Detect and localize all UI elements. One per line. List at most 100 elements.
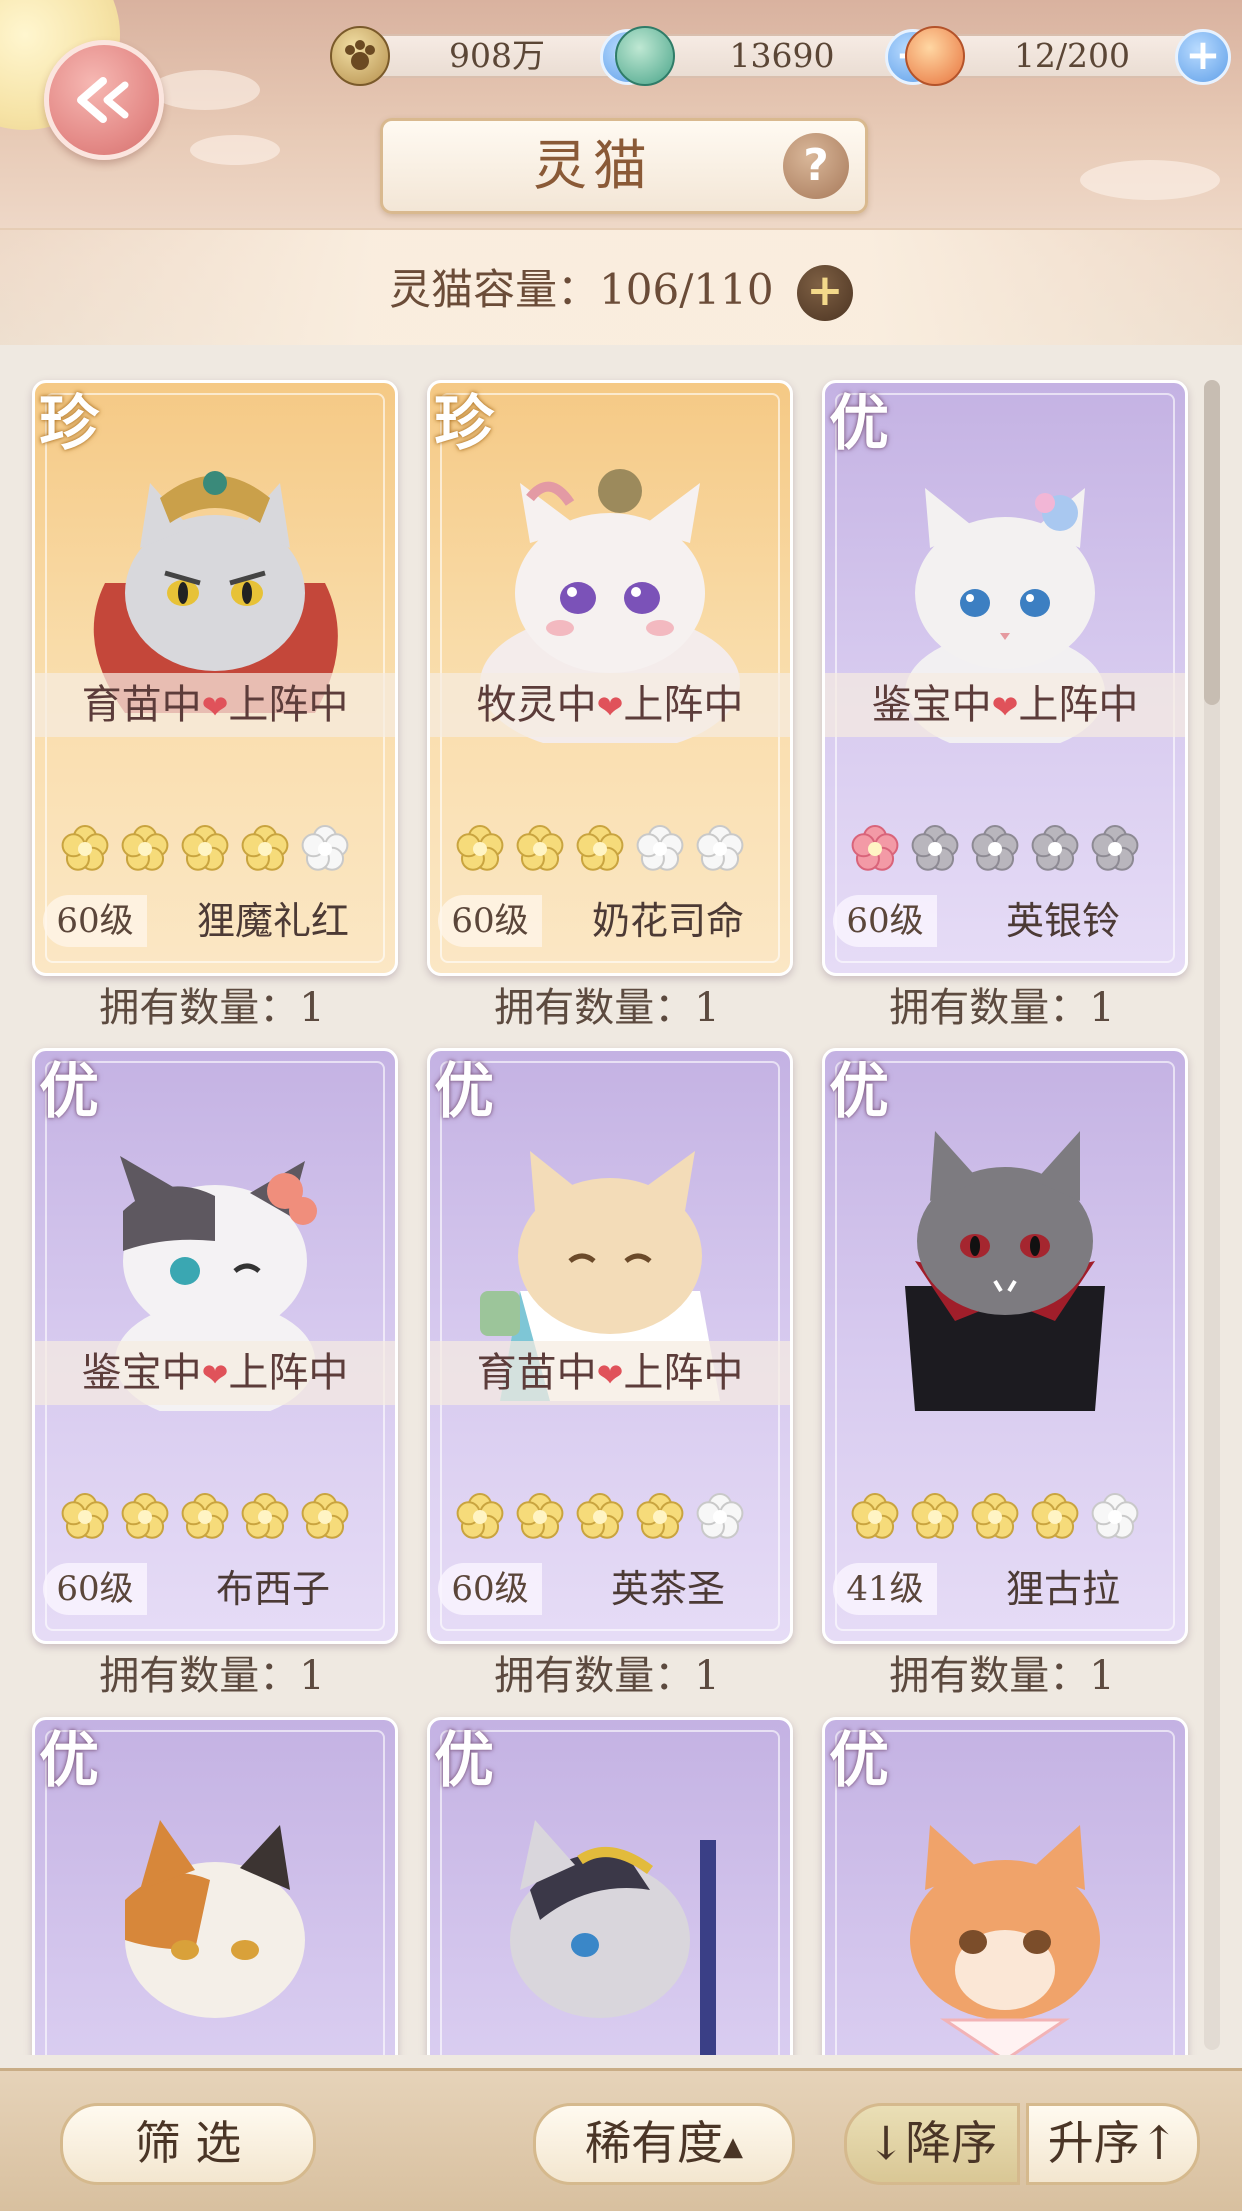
sort-ascending-button[interactable]: 升序↑: [1026, 2103, 1200, 2185]
star-filled-icon: [516, 825, 564, 871]
cat-grid: 育苗中❤上阵中 60级 狸魔礼红 珍 牧灵中❤上阵中 60级 奶花司命 珍 鉴宝…: [0, 345, 1242, 2055]
star-filled-icon: [61, 825, 109, 871]
star-rating: [452, 821, 748, 877]
scrollbar-thumb[interactable]: [1204, 380, 1220, 705]
rarity-badge: 珍: [39, 389, 99, 459]
star-filled-icon: [301, 1493, 349, 1539]
status-text: 牧灵中: [476, 682, 597, 728]
rarity-badge: 优: [829, 1057, 889, 1127]
star-rating: [452, 1489, 748, 1545]
status-banner: 牧灵中❤上阵中: [430, 673, 790, 737]
star-filled-icon: [516, 1493, 564, 1539]
capacity-bar: 灵猫容量：106/110 +: [0, 228, 1242, 345]
status-text: 鉴宝中: [81, 1350, 202, 1396]
cat-card[interactable]: 牧灵中❤上阵中 60级 奶花司命 珍: [427, 380, 793, 976]
grid-scrollbar[interactable]: [1204, 380, 1220, 2050]
star-filled-icon: [1031, 1493, 1079, 1539]
cat-card[interactable]: 育苗中❤上阵中 60级 英茶圣 优: [427, 1048, 793, 1644]
cloud-decoration: [190, 135, 280, 165]
level-row: 60级 奶花司命: [438, 895, 778, 947]
cat-name: 英茶圣: [610, 1567, 725, 1611]
star-filled-icon: [576, 1493, 624, 1539]
cat-name: 布西子: [215, 1567, 330, 1611]
cat-card[interactable]: 鉴宝中❤上阵中 60级 布西子 优: [32, 1048, 398, 1644]
capacity-label: 灵猫容量：106/110: [389, 265, 774, 314]
star-empty-icon: [696, 1493, 744, 1539]
level-badge: 60级: [833, 895, 937, 947]
star-filled-icon: [911, 1493, 959, 1539]
rarity-badge: 优: [39, 1726, 99, 1796]
rarity-badge: 优: [39, 1057, 99, 1127]
paw-coin-icon: [330, 26, 390, 86]
owned-count: 拥有数量：1: [494, 985, 720, 1031]
star-filled-icon: [181, 1493, 229, 1539]
star-empty-icon: [911, 825, 959, 871]
top-header: 908万 + 13690 + 12/200 + 灵猫 ? 灵猫容量：106/11…: [0, 0, 1242, 345]
owned-count: 拥有数量：1: [494, 1653, 720, 1699]
cloud-decoration: [1080, 160, 1220, 200]
star-rating: [57, 1489, 353, 1545]
level-row: 60级 布西子: [43, 1563, 383, 1615]
heart-icon: ❤: [991, 688, 1019, 726]
star-rating: [57, 821, 353, 877]
cat-card[interactable]: 育苗中❤上阵中 60级 狸魔礼红 珍: [32, 380, 398, 976]
help-button[interactable]: ?: [783, 133, 849, 199]
food-bowl-icon: [905, 26, 965, 86]
owned-count: 拥有数量：1: [99, 1653, 325, 1699]
resource-jade-gem: 13690 +: [615, 26, 941, 86]
star-filled-icon: [851, 1493, 899, 1539]
resource-value: 13690: [645, 34, 919, 78]
star-empty-icon: [636, 825, 684, 871]
star-rating: [847, 1489, 1143, 1545]
star-empty-icon: [1031, 825, 1079, 871]
cat-card[interactable]: 鉴宝中❤上阵中 60级 英银铃 优: [822, 380, 1188, 976]
star-rating: [847, 821, 1143, 877]
bottom-toolbar: 筛 选 稀有度▲ ↓降序 升序↑: [0, 2068, 1242, 2211]
sort-descending-button[interactable]: ↓降序: [844, 2103, 1020, 2185]
status-text: 育苗中: [476, 1350, 597, 1396]
status-text: 上阵中: [228, 1350, 349, 1396]
resource-food: 12/200 +: [905, 26, 1231, 86]
cat-name: 狸古拉: [1005, 1567, 1120, 1611]
sort-rarity-button[interactable]: 稀有度▲: [533, 2103, 795, 2185]
heart-icon: ❤: [201, 1356, 229, 1394]
status-banner: 鉴宝中❤上阵中: [825, 673, 1185, 737]
star-filled-icon: [971, 1493, 1019, 1539]
status-text: 上阵中: [228, 682, 349, 728]
star-filled-icon: [121, 1493, 169, 1539]
star-empty-icon: [696, 825, 744, 871]
status-banner: 育苗中❤上阵中: [35, 673, 395, 737]
star-filled-icon: [241, 825, 289, 871]
level-badge: 60级: [43, 895, 147, 947]
level-row: 41级 狸古拉: [833, 1563, 1173, 1615]
star-filled-icon: [456, 825, 504, 871]
star-empty-icon: [971, 825, 1019, 871]
cat-card[interactable]: 优: [427, 1717, 793, 2055]
status-text: 育苗中: [81, 682, 202, 728]
star-empty-icon: [1091, 825, 1139, 871]
status-banner: 鉴宝中❤上阵中: [35, 1341, 395, 1405]
status-text: 上阵中: [623, 682, 744, 728]
cat-card[interactable]: 优: [32, 1717, 398, 2055]
star-filled-icon: [456, 1493, 504, 1539]
cat-portrait-image: [125, 1820, 305, 2018]
add-food-button[interactable]: +: [1175, 29, 1231, 85]
star-filled-icon: [181, 825, 229, 871]
status-text: 上阵中: [1018, 682, 1139, 728]
level-row: 60级 英茶圣: [438, 1563, 778, 1615]
cloud-decoration: [150, 70, 260, 110]
star-filled-icon: [576, 825, 624, 871]
level-badge: 41级: [833, 1563, 937, 1615]
cat-name: 英银铃: [1005, 899, 1120, 943]
cat-card[interactable]: 41级 狸古拉 优: [822, 1048, 1188, 1644]
back-button[interactable]: [44, 40, 164, 160]
star-filled-icon: [61, 1493, 109, 1539]
resource-value: 908万: [360, 34, 634, 78]
level-badge: 60级: [438, 895, 542, 947]
cat-portrait-image: [510, 1820, 716, 2055]
status-text: 上阵中: [623, 1350, 744, 1396]
cat-card[interactable]: 优: [822, 1717, 1188, 2055]
rarity-badge: 珍: [434, 389, 494, 459]
filter-button[interactable]: 筛 选: [60, 2103, 316, 2185]
add-capacity-button[interactable]: +: [796, 265, 853, 321]
